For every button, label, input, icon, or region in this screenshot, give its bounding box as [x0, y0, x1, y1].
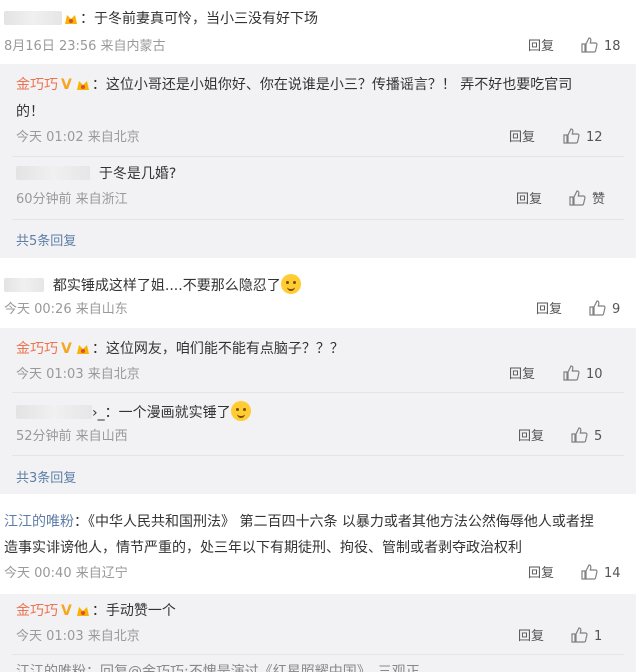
comment-username[interactable]: 江江的唯粉 [4, 514, 74, 530]
reply-meta: 60分钟前 来自浙江 [16, 192, 128, 207]
verified-v-icon: V [61, 77, 72, 93]
reply-meta: 52分钟前 来自山西 [16, 429, 128, 444]
level-badge-icon [76, 81, 89, 90]
reply-thread-1: 金巧巧 V ：这位小哥还是小姐你好、你在说谁是小三？传播谣言？！ 弄不好也要吃官司 … [0, 64, 636, 258]
thumbs-up-icon [569, 190, 586, 206]
reply-meta: 今天 01:03 来自北京 [16, 629, 140, 644]
like-button[interactable]: 10 [563, 365, 603, 384]
thumbs-up-icon [581, 37, 598, 53]
thumbs-up-icon [571, 627, 588, 643]
level-badge-icon [76, 607, 89, 616]
view-more-replies-link[interactable]: 共3条回复 [16, 467, 76, 486]
thumbs-up-icon [563, 365, 580, 381]
reply-text-cont: 的！ [16, 104, 44, 120]
view-more-replies-link[interactable]: 共5条回复 [16, 230, 76, 249]
like-count: 10 [586, 367, 603, 382]
divider [12, 455, 624, 456]
level-badge-icon [76, 345, 89, 354]
reply-text: 金巧巧 V ：手动赞一个 [16, 603, 176, 619]
comment-1: ：于冬前妻真可怜，当小三没有好下场 8月16日 23:56 来自内蒙古 回复 1… [0, 0, 641, 62]
like-button[interactable]: 5 [571, 427, 602, 446]
divider [12, 654, 624, 655]
reply-thread-3: 金巧巧 V ：手动赞一个 今天 01:03 来自北京 回复 1 江江的唯粉：回复@金… [0, 594, 636, 672]
like-count: 1 [594, 629, 603, 644]
comment-3: 江江的唯粉：《中华人民共和国刑法》 第二百四十六条 以暴力或者其他方法公然侮辱他… [0, 500, 641, 588]
blurred-username[interactable] [16, 405, 92, 419]
reply-text: 金巧巧 V ：这位网友，咱们能不能有点脑子？？？ [16, 341, 344, 357]
reply-text-partial: 江江的唯粉：回复@金巧巧:不愧是演过《红星照耀中国》，三观正 [16, 664, 420, 672]
comment-text: 江江的唯粉：《中华人民共和国刑法》 第二百四十六条 以暴力或者其他方法公然侮辱他… [4, 514, 594, 530]
like-count: 18 [604, 39, 621, 54]
reply-button[interactable]: 回复 [528, 38, 554, 56]
divider [12, 219, 624, 220]
comment-2: 都实锤成这样了姐....不要那么隐忍了 今天 00:26 来自山东 回复 9 [0, 262, 641, 322]
thumbs-up-icon [589, 300, 606, 316]
verified-v-icon: V [61, 341, 72, 357]
reply-username[interactable]: 金巧巧 [16, 77, 58, 93]
crying-emoji-icon [280, 274, 301, 294]
thumbs-up-icon [581, 564, 598, 580]
reply-button[interactable]: 回复 [518, 628, 544, 646]
like-count: 14 [604, 566, 621, 581]
divider [12, 156, 624, 157]
reply-meta: 今天 01:02 来自北京 [16, 130, 140, 145]
comment-text: ：于冬前妻真可怜，当小三没有好下场 [4, 9, 318, 29]
reply-meta: 今天 01:03 来自北京 [16, 367, 140, 382]
reply-text: 金巧巧 V ：这位小哥还是小姐你好、你在说谁是小三？传播谣言？！ 弄不好也要吃官司 [16, 77, 573, 93]
reply-button[interactable]: 回复 [509, 129, 535, 147]
like-button[interactable]: 18 [581, 37, 621, 56]
thumbs-up-icon [571, 427, 588, 443]
like-button[interactable]: 12 [563, 128, 603, 147]
smirk-emoji-icon [230, 401, 251, 421]
reply-button[interactable]: 回复 [528, 565, 554, 583]
reply-button[interactable]: 回复 [536, 301, 562, 319]
like-count: 12 [586, 130, 603, 145]
reply-button[interactable]: 回复 [509, 366, 535, 384]
reply-username[interactable]: 金巧巧 [16, 603, 58, 619]
comment-meta: 8月16日 23:56 来自内蒙古 [4, 39, 166, 54]
like-count: 9 [612, 302, 621, 317]
like-count: 5 [594, 429, 603, 444]
reply-text: 于冬是几婚? [16, 164, 176, 184]
verified-v-icon: V [61, 603, 72, 619]
comment-meta: 今天 00:40 来自辽宁 [4, 566, 128, 581]
like-button[interactable]: 9 [589, 300, 620, 319]
like-label: 赞 [592, 192, 606, 207]
thumbs-up-icon [563, 128, 580, 144]
level-badge-icon [65, 15, 77, 24]
comment-text: 都实锤成这样了姐....不要那么隐忍了 [4, 274, 301, 296]
reply-thread-2: 金巧巧 V ：这位网友，咱们能不能有点脑子？？？ 今天 01:03 来自北京 回复 … [0, 328, 636, 494]
reply-username[interactable]: 金巧巧 [16, 341, 58, 357]
reply-text: ›_：一个漫画就实锤了 [16, 401, 251, 423]
blurred-username[interactable] [16, 166, 90, 180]
like-button[interactable]: 1 [571, 627, 602, 646]
blurred-username[interactable] [4, 11, 62, 25]
comment-meta: 今天 00:26 来自山东 [4, 302, 128, 317]
reply-button[interactable]: 回复 [518, 428, 544, 446]
blurred-username[interactable] [4, 278, 44, 292]
like-button[interactable]: 14 [581, 564, 621, 583]
comment-text-cont: 造事实诽谤他人，情节严重的，处三年以下有期徒刑、拘役、管制或者剥夺政治权利 [4, 540, 522, 556]
like-button[interactable]: 赞 [569, 190, 605, 209]
divider [12, 392, 624, 393]
reply-button[interactable]: 回复 [516, 191, 542, 209]
